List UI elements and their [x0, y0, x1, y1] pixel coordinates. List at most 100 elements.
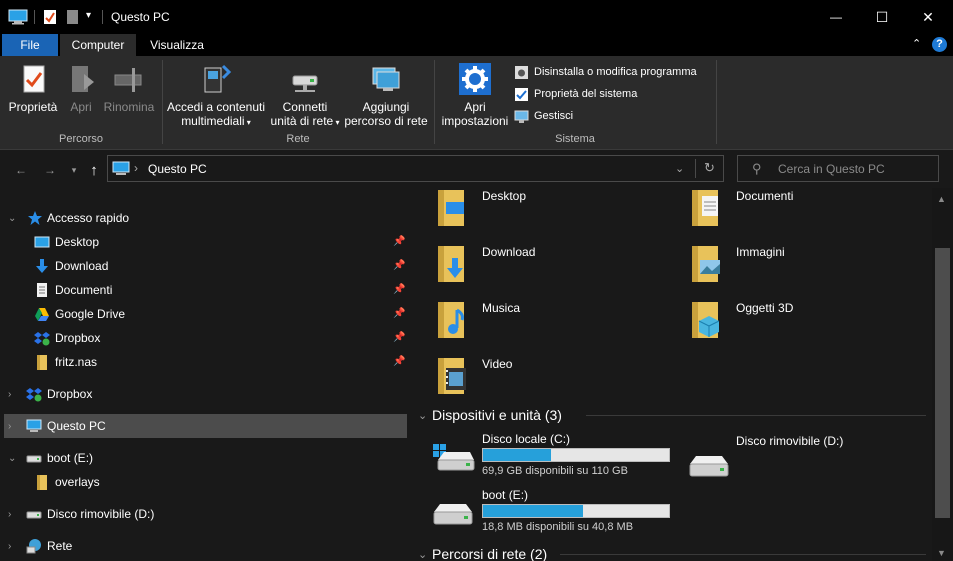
uninstall-program-button[interactable]: Disinstalla o modifica programma [514, 63, 697, 81]
pin-icon[interactable]: 📌 [393, 260, 405, 272]
nav-item-disco-rimovibile[interactable]: › Disco rimovibile (D:) [0, 502, 408, 526]
scroll-thumb[interactable] [935, 248, 950, 518]
pin-icon[interactable]: 📌 [393, 284, 405, 296]
group-label-percorso: Percorso [58, 133, 104, 145]
folder-desktop[interactable]: Desktop [410, 186, 650, 236]
address-history-chevron-icon[interactable]: ⌄ [675, 162, 684, 175]
breadcrumb-separator-icon: › [134, 161, 138, 175]
open-button[interactable]: Apri [64, 62, 98, 114]
scroll-down-arrow-icon[interactable]: ▼ [937, 548, 946, 558]
group-separator [716, 60, 717, 144]
nav-item-desktop[interactable]: Desktop 📌 [0, 230, 408, 254]
nav-label: Download [55, 259, 109, 273]
expanded-chevron-icon[interactable]: ⌄ [8, 213, 18, 224]
nav-item-overlays[interactable]: overlays [0, 470, 408, 494]
system-properties-button[interactable]: Proprietà del sistema [514, 85, 637, 103]
collapsed-chevron-icon[interactable]: › [8, 509, 18, 520]
add-network-location-button[interactable]: Aggiungi percorso di rete [344, 62, 428, 128]
recent-locations-chevron-icon[interactable]: ▾ [64, 160, 84, 180]
system-properties-label: Proprietà del sistema [534, 88, 638, 100]
folder-musica[interactable]: Musica [410, 298, 650, 348]
customize-qa-chevron-icon[interactable]: ▾ [86, 10, 91, 21]
group-label-sistema: Sistema [555, 133, 595, 145]
nav-item-boot[interactable]: ⌄ boot (E:) [0, 446, 408, 470]
collapsed-chevron-icon[interactable]: › [8, 421, 18, 432]
breadcrumb-questo-pc[interactable]: Questo PC [148, 162, 207, 176]
group-separator [434, 60, 435, 144]
address-bar[interactable]: › Questo PC ⌄ ↻ [107, 155, 724, 182]
rename-icon [114, 68, 142, 92]
forward-arrow-icon[interactable]: → [40, 160, 60, 180]
nav-item-google-drive[interactable]: Google Drive 📌 [0, 302, 408, 326]
folder-download[interactable]: Download [410, 242, 650, 292]
new-folder-qa-icon[interactable] [66, 9, 79, 25]
properties-button[interactable]: Proprietà [6, 62, 60, 114]
drive-icon [433, 504, 473, 525]
nav-item-fritz-nas[interactable]: fritz.nas 📌 [0, 350, 408, 374]
network-drive-icon [292, 75, 318, 92]
collapsed-chevron-icon[interactable]: › [8, 541, 18, 552]
collapse-ribbon-chevron-icon[interactable]: ⌃ [912, 37, 921, 50]
access-media-button[interactable]: Accedi a contenuti multimediali ▾ [166, 62, 266, 130]
open-icon [72, 66, 94, 92]
drive-name: Disco locale (C:) [482, 432, 571, 446]
properties-qa-icon[interactable] [43, 9, 57, 25]
help-icon[interactable]: ? [932, 37, 947, 52]
window-title: Questo PC [111, 10, 170, 24]
folder-documenti[interactable]: Documenti [664, 186, 904, 236]
search-box[interactable]: ⚲ Cerca in Questo PC [737, 155, 939, 182]
network-icon [26, 539, 41, 554]
folder-label: Video [482, 357, 513, 371]
close-button[interactable]: ✕ [905, 0, 951, 34]
pin-icon[interactable]: 📌 [393, 332, 405, 344]
folder-immagini[interactable]: Immagini [664, 242, 904, 292]
folder-label: Oggetti 3D [736, 301, 794, 315]
folder-oggetti-3d[interactable]: Oggetti 3D [664, 298, 904, 348]
drive-e[interactable]: boot (E:) 18,8 MB disponibili su 40,8 MB [410, 488, 670, 538]
section-collapse-chevron-icon[interactable]: ⌄ [418, 548, 427, 561]
group-label-rete: Rete [286, 133, 310, 145]
properties-icon [23, 65, 45, 93]
section-header-percorsi[interactable]: ⌄ Percorsi di rete (2) [410, 544, 930, 561]
section-header-dispositivi[interactable]: ⌄ Dispositivi e unità (3) [410, 405, 930, 425]
maximize-button[interactable]: ☐ [859, 0, 905, 34]
refresh-icon[interactable]: ↻ [704, 160, 715, 176]
drive-d[interactable]: Disco rimovibile (D:) [664, 434, 914, 490]
folder-label: Musica [482, 301, 521, 315]
nav-item-dropbox[interactable]: › Dropbox [0, 382, 408, 406]
nav-item-accesso-rapido[interactable]: ⌄ Accesso rapido [0, 206, 408, 230]
tab-visualizza[interactable]: Visualizza [140, 34, 214, 56]
manage-button[interactable]: Gestisci [514, 107, 573, 125]
pin-icon[interactable]: 📌 [393, 356, 405, 368]
star-icon [28, 211, 42, 225]
expanded-chevron-icon[interactable]: ⌄ [8, 453, 18, 464]
nav-item-dropbox-quick[interactable]: Dropbox 📌 [0, 326, 408, 350]
scroll-up-arrow-icon[interactable]: ▲ [937, 194, 946, 204]
open-settings-button[interactable]: Apri impostazioni [440, 62, 510, 128]
tab-computer[interactable]: Computer [60, 34, 136, 56]
pin-icon[interactable]: 📌 [393, 308, 405, 320]
pin-icon[interactable]: 📌 [393, 236, 405, 248]
rename-button[interactable]: Rinomina [101, 62, 157, 114]
dropbox-icon [26, 388, 42, 402]
nav-item-documenti[interactable]: Documenti 📌 [0, 278, 408, 302]
back-arrow-icon[interactable]: ← [11, 160, 31, 180]
nav-item-download[interactable]: Download 📌 [0, 254, 408, 278]
manage-label: Gestisci [534, 110, 574, 122]
nav-label: Rete [47, 539, 73, 553]
nav-item-rete[interactable]: › Rete [0, 534, 408, 558]
access-media-label-1: Accedi a contenuti [166, 100, 266, 114]
section-collapse-chevron-icon[interactable]: ⌄ [418, 409, 427, 422]
nav-item-questo-pc[interactable]: › Questo PC [4, 414, 407, 438]
desktop-folder-icon [438, 190, 464, 226]
map-network-drive-button[interactable]: Connetti unità di rete ▾ [268, 62, 342, 130]
tab-file[interactable]: File [2, 34, 58, 56]
collapsed-chevron-icon[interactable]: › [8, 389, 18, 400]
up-arrow-icon[interactable]: ↑ [84, 160, 104, 180]
section-divider [560, 553, 926, 555]
folder-video[interactable]: Video [410, 354, 650, 404]
drive-c[interactable]: Disco locale (C:) 69,9 GB disponibili su… [410, 432, 670, 482]
documents-folder-icon [692, 190, 718, 226]
minimize-button[interactable]: — [813, 0, 859, 34]
vertical-scrollbar[interactable]: ▲ ▼ [932, 188, 953, 561]
